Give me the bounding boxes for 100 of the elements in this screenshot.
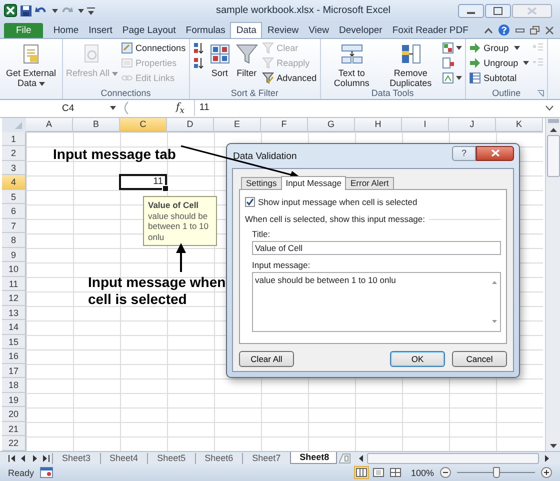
expand-icon[interactable] — [545, 104, 554, 113]
minimize-icon[interactable] — [458, 4, 484, 18]
ribbon-tab[interactable]: Page Layout — [117, 22, 181, 38]
ribbon-tab[interactable]: View — [304, 22, 334, 38]
sort-descending-icon[interactable] — [192, 56, 205, 69]
ribbon-button[interactable]: Ungroup — [468, 56, 530, 70]
ribbon-tab[interactable]: Developer — [334, 22, 388, 38]
scroll-thumb[interactable] — [546, 134, 560, 177]
ribbon-button[interactable]: Advanced — [262, 70, 317, 85]
zoom-in-icon[interactable] — [541, 467, 552, 478]
ribbon-tab[interactable]: Home — [48, 22, 84, 38]
previous-sheet-icon[interactable] — [19, 454, 28, 463]
row-header[interactable]: 1 — [2, 132, 26, 146]
row-header[interactable]: 19 — [2, 392, 26, 408]
ribbon-button[interactable]: Get External Data — [3, 40, 59, 88]
ribbon-button[interactable]: Text to Columns — [324, 40, 380, 88]
save-icon[interactable] — [20, 4, 32, 17]
dialog-tab[interactable]: Input Message — [280, 176, 346, 190]
ribbon-tab[interactable]: Insert — [84, 22, 118, 38]
row-header[interactable]: 7 — [2, 218, 26, 234]
column-header[interactable]: G — [308, 118, 355, 132]
row-header[interactable]: 8 — [2, 233, 26, 248]
row-header[interactable]: 21 — [2, 422, 26, 436]
restore-icon[interactable] — [530, 26, 540, 35]
column-header[interactable]: B — [73, 118, 120, 132]
column-header[interactable]: F — [261, 118, 308, 132]
ribbon-button[interactable]: Remove Duplicates — [382, 40, 439, 88]
zoom-out-icon[interactable] — [440, 467, 451, 478]
macro-record-icon[interactable] — [40, 467, 54, 478]
table-icon[interactable] — [442, 56, 454, 69]
ribbon-tab[interactable]: Foxit Reader PDF — [387, 22, 474, 38]
row-header[interactable]: 20 — [2, 407, 26, 422]
file-menu-button[interactable]: File — [4, 22, 44, 38]
next-sheet-icon[interactable] — [30, 454, 39, 463]
minimize-icon[interactable] — [515, 26, 525, 34]
table-icon[interactable] — [442, 72, 454, 84]
help-button[interactable]: ? — [452, 146, 476, 160]
close-button[interactable] — [476, 146, 514, 160]
spreadsheet-logo-icon[interactable] — [4, 4, 17, 18]
row-header[interactable]: 14 — [2, 320, 26, 335]
ribbon-button[interactable]: Group — [468, 40, 530, 55]
name-box[interactable]: C4 — [62, 102, 74, 114]
customize-menu-icon[interactable] — [87, 6, 95, 16]
column-header[interactable]: H — [355, 118, 402, 132]
row-header[interactable]: 9 — [2, 248, 26, 262]
close-icon[interactable] — [545, 26, 554, 35]
insert-sheet-icon[interactable] — [339, 452, 352, 464]
insert-function-button[interactable]: f$_{x}$ — [176, 102, 184, 115]
dialog-tab[interactable]: Settings — [241, 177, 282, 189]
ribbon-button[interactable]: Connections — [120, 40, 186, 55]
fill-handle[interactable] — [162, 184, 169, 192]
title-field[interactable]: Value of Cell — [252, 241, 501, 255]
column-header[interactable]: K — [496, 118, 543, 132]
last-sheet-icon[interactable] — [41, 454, 50, 463]
row-header[interactable]: 22 — [2, 436, 26, 451]
row-header[interactable]: 4 — [2, 175, 26, 190]
column-header[interactable]: C — [120, 118, 167, 132]
dialog-tab[interactable]: Error Alert — [345, 177, 394, 189]
sort-ascending-icon[interactable] — [192, 42, 205, 54]
page-layout-icon[interactable] — [370, 466, 386, 479]
row-header[interactable]: 17 — [2, 364, 26, 378]
ribbon-tab[interactable]: Data — [230, 22, 262, 38]
help-icon[interactable] — [498, 24, 510, 36]
row-header[interactable]: 5 — [2, 190, 26, 204]
row-header[interactable]: 18 — [2, 378, 26, 393]
dialog-button[interactable]: Clear All — [239, 351, 294, 367]
collapse-ribbon-icon[interactable] — [484, 26, 493, 34]
slider-thumb[interactable] — [493, 467, 500, 478]
scroll-right-icon[interactable] — [543, 454, 552, 463]
ribbon-button[interactable]: Sort — [208, 40, 232, 78]
ribbon-button[interactable]: Subtotal — [468, 70, 530, 85]
row-header[interactable]: 11 — [2, 276, 26, 292]
column-header[interactable]: E — [214, 118, 261, 132]
zoom-level[interactable]: 100% — [410, 468, 434, 478]
dialog-button[interactable]: OK — [390, 351, 445, 367]
table-cell[interactable]: 11 — [119, 174, 167, 190]
ribbon-button[interactable]: Filter — [234, 40, 259, 78]
row-header[interactable]: 13 — [2, 306, 26, 320]
row-header[interactable]: 3 — [2, 160, 26, 176]
column-header[interactable]: D — [167, 118, 214, 132]
checkbox[interactable] — [245, 197, 255, 207]
vertical-scrollbar[interactable] — [545, 118, 560, 452]
table-icon[interactable] — [442, 42, 454, 54]
dialog-launcher-icon[interactable] — [537, 90, 544, 97]
row-header[interactable]: 15 — [2, 334, 26, 350]
row-header[interactable]: 12 — [2, 291, 26, 306]
column-header[interactable]: A — [26, 118, 73, 132]
row-header[interactable]: 16 — [2, 349, 26, 364]
ribbon-tab[interactable]: Formulas — [180, 22, 230, 38]
maximize-icon[interactable] — [485, 4, 511, 18]
dialog-button[interactable]: Cancel — [452, 351, 507, 367]
row-header[interactable]: 2 — [2, 146, 26, 161]
column-header[interactable]: I — [402, 118, 449, 132]
page-break-icon[interactable] — [388, 466, 403, 479]
row-header[interactable]: 6 — [2, 204, 26, 219]
formula-field[interactable]: 11 — [194, 100, 545, 116]
column-header[interactable]: J — [449, 118, 496, 132]
row-header[interactable]: 10 — [2, 262, 26, 277]
first-sheet-icon[interactable] — [8, 454, 17, 463]
sheet-tab[interactable]: Sheet8 — [290, 452, 338, 464]
